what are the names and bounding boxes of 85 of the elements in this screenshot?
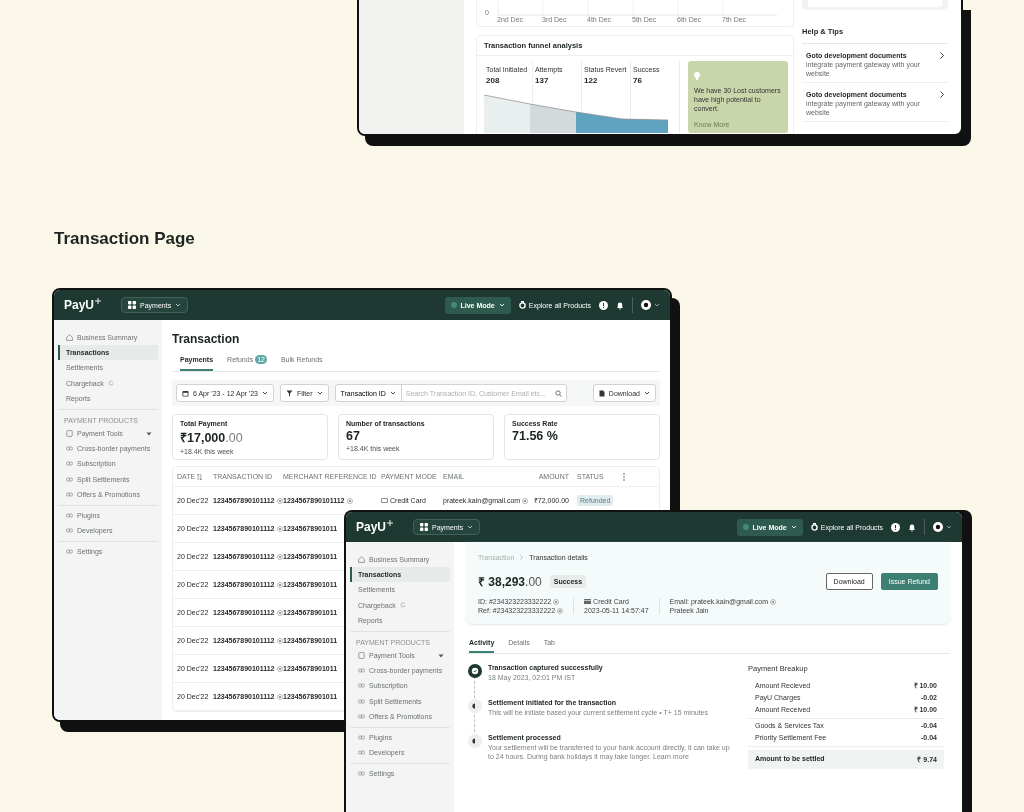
card-icon: [584, 599, 592, 604]
stat-value: 67: [346, 429, 361, 443]
logo: PayU: [64, 298, 95, 312]
link-icon: [358, 668, 365, 674]
grid-icon: [420, 523, 429, 531]
pending-icon: [468, 698, 482, 713]
link-icon: [66, 549, 73, 555]
pending-icon: [468, 733, 482, 748]
funnel-icon: [285, 389, 293, 397]
section-heading: Transaction Page: [54, 229, 195, 249]
caret-icon: [261, 391, 268, 395]
copy-icon: [276, 609, 283, 616]
logo: PayU: [356, 520, 387, 534]
copy-icon: [276, 637, 283, 644]
stage-value: 76: [633, 76, 643, 85]
link-icon: [358, 683, 365, 689]
chevron-right-icon: [520, 555, 524, 560]
link-icon: [358, 734, 365, 740]
copy-icon: [276, 581, 283, 588]
caret-icon: [389, 391, 396, 395]
avatar-menu[interactable]: [641, 300, 660, 310]
ring-icon: [810, 523, 818, 531]
avatar-icon: [641, 300, 651, 310]
stage-value: 208: [486, 76, 501, 85]
search-icon: [554, 389, 562, 397]
check-icon: [468, 664, 482, 678]
dropdown-icon: [438, 653, 444, 658]
copy-icon: [522, 497, 529, 504]
amount: ₹ 38,293.00: [478, 574, 542, 590]
avatar-icon: [933, 522, 943, 532]
copy-icon: [276, 553, 283, 560]
document-icon: [66, 430, 73, 438]
chevron-right-icon[interactable]: [940, 91, 944, 99]
caret-icon: [946, 525, 952, 529]
stat-value: ₹17,000.00: [180, 430, 244, 446]
copy-icon: [557, 607, 564, 614]
refresh-icon: [399, 602, 406, 609]
bulb-icon: [694, 72, 700, 80]
ring-icon: [518, 301, 526, 309]
file-icon: [598, 389, 605, 397]
link-icon: [358, 698, 365, 704]
caret-icon: [498, 303, 505, 307]
stage-value: 137: [535, 76, 550, 85]
link-icon: [358, 771, 365, 777]
copy-icon: [770, 598, 777, 605]
copy-icon: [276, 693, 283, 700]
link-icon: [66, 491, 73, 497]
caret-icon: [175, 303, 182, 307]
copy-icon: [276, 497, 283, 504]
info-icon[interactable]: [891, 522, 900, 532]
link-icon: [66, 528, 73, 534]
sparkle-icon: [387, 520, 394, 526]
bell-icon[interactable]: [616, 300, 624, 310]
copy-icon: [276, 665, 283, 672]
caret-icon: [644, 391, 650, 395]
dropdown-icon: [146, 431, 152, 436]
copy-icon: [553, 598, 560, 605]
copy-icon: [346, 497, 353, 504]
link-icon: [358, 713, 365, 719]
bell-icon[interactable]: [908, 522, 916, 532]
link-icon: [358, 750, 365, 756]
link-icon: [66, 512, 73, 518]
home-icon: [66, 334, 73, 342]
caret-icon: [790, 525, 797, 529]
info-icon[interactable]: [599, 300, 608, 310]
stat-value: 71.56 %: [512, 429, 559, 443]
caret-icon: [316, 391, 323, 395]
link-icon: [66, 476, 73, 482]
grid-icon: [128, 301, 137, 309]
stage-value: 122: [584, 76, 599, 85]
sort-icon: [197, 473, 203, 480]
refresh-icon: [107, 380, 114, 387]
card-icon: [381, 498, 388, 503]
chevron-right-icon[interactable]: [940, 52, 944, 59]
link-icon: [66, 461, 73, 467]
caret-icon: [467, 525, 474, 529]
sparkle-icon: [95, 298, 102, 304]
page-title: Transaction: [172, 332, 241, 346]
home-icon: [358, 556, 365, 564]
link-icon: [66, 446, 73, 452]
caret-icon: [654, 303, 660, 307]
avatar-menu[interactable]: [933, 522, 952, 532]
document-icon: [358, 652, 365, 660]
copy-icon: [276, 525, 283, 532]
calendar-icon: [182, 389, 189, 397]
